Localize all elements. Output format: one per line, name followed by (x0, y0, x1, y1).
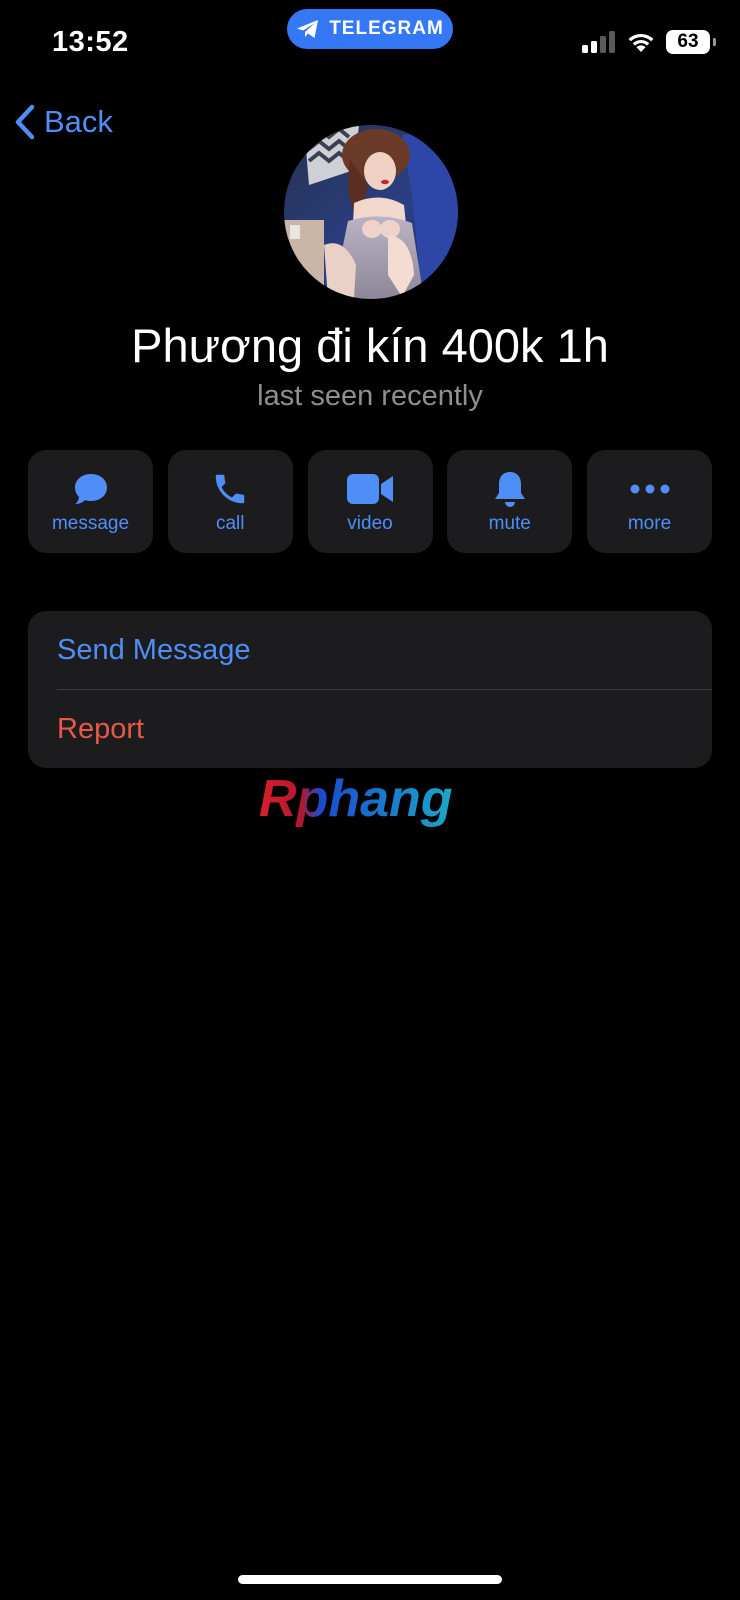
battery-cap (713, 38, 716, 46)
app-pill-label: TELEGRAM (329, 18, 444, 39)
video-button-label: video (347, 512, 393, 534)
send-message-item[interactable]: Send Message (28, 611, 712, 689)
more-button[interactable]: more (587, 450, 712, 553)
mute-button-label: mute (488, 512, 531, 534)
actions-list: Send Message Report (28, 611, 712, 768)
wifi-icon (628, 33, 654, 52)
ellipsis-icon (630, 484, 669, 493)
message-button[interactable]: message (28, 450, 153, 553)
more-button-label: more (627, 512, 672, 534)
home-indicator[interactable] (238, 1575, 502, 1584)
back-button[interactable]: Back (14, 104, 113, 140)
call-button-label: call (215, 512, 245, 534)
video-camera-icon (347, 473, 393, 504)
message-button-label: message (51, 512, 130, 534)
report-item[interactable]: Report (28, 690, 712, 768)
call-button[interactable]: call (167, 450, 293, 553)
profile-name: Phương đi kín 400k 1h (131, 319, 609, 372)
cellular-signal-icon (582, 31, 615, 53)
avatar[interactable] (284, 125, 458, 299)
telegram-pill[interactable]: TELEGRAM (287, 9, 453, 49)
phone-icon (216, 474, 245, 503)
watermark-text: Rphang (259, 770, 453, 828)
watermark-logo: Rphang (259, 770, 453, 828)
profile-status: last seen recently (257, 380, 483, 412)
status-icons: 63 (582, 30, 716, 54)
bell-icon (494, 471, 525, 507)
battery-level: 63 (677, 31, 699, 52)
mute-button[interactable]: mute (447, 450, 573, 553)
chevron-left-icon (15, 104, 35, 140)
back-label: Back (44, 104, 113, 139)
paper-plane-icon (297, 20, 319, 38)
status-time: 13:52 (52, 26, 129, 58)
video-button[interactable]: video (307, 450, 433, 553)
action-buttons: message call video mute more (28, 450, 712, 553)
battery-icon: 63 (666, 30, 716, 54)
chat-bubble-icon (74, 473, 107, 504)
